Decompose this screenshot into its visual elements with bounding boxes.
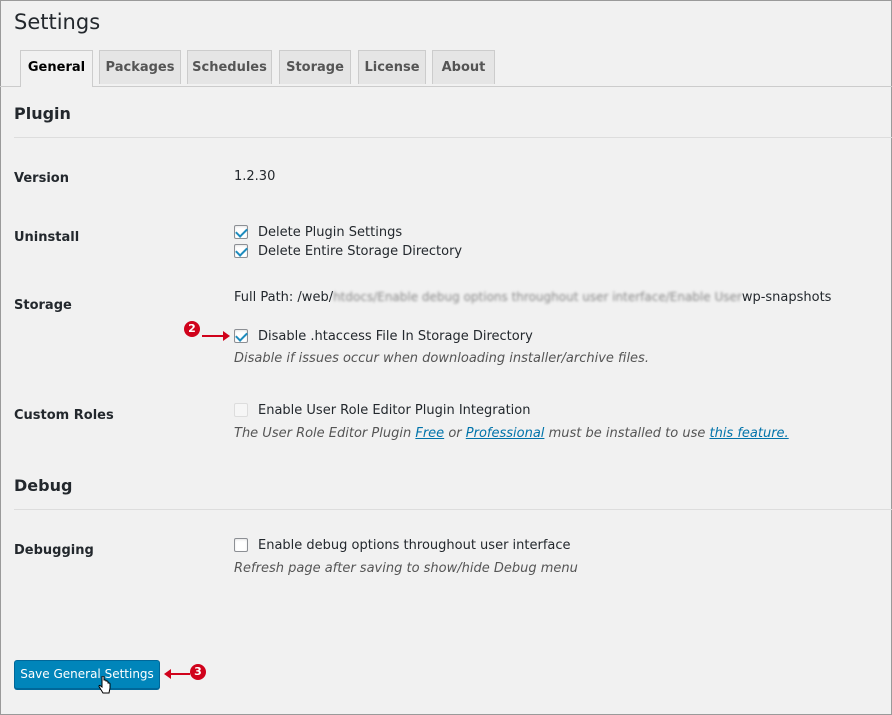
user-role-editor-checkbox[interactable] [234, 403, 248, 417]
version-label: Version [14, 171, 69, 186]
save-general-settings-button[interactable]: Save General Settings [14, 660, 160, 689]
enable-debug-checkbox[interactable] [234, 538, 248, 552]
enable-debug-option: Enable debug options throughout user int… [234, 536, 571, 554]
this-feature-link[interactable]: this feature. [709, 426, 788, 441]
tab-license[interactable]: License [358, 50, 426, 84]
professional-link[interactable]: Professional [466, 426, 545, 441]
delete-plugin-settings-checkbox[interactable] [234, 225, 248, 239]
delete-storage-directory-option: Delete Entire Storage Directory [234, 242, 462, 260]
tab-about[interactable]: About [432, 50, 495, 84]
debugging-label: Debugging [14, 543, 94, 558]
custom-roles-label: Custom Roles [14, 408, 114, 423]
delete-plugin-settings-option: Delete Plugin Settings [234, 223, 402, 241]
full-path-suffix: wp-snapshots [741, 290, 832, 305]
debug-description: Refresh page after saving to show/hide D… [234, 561, 578, 576]
full-path-prefix: Full Path: /web/ [234, 290, 334, 305]
plugin-heading: Plugin [14, 104, 71, 123]
delete-plugin-settings-label[interactable]: Delete Plugin Settings [258, 225, 402, 240]
custom-roles-desc-middle: must be installed to use [548, 426, 706, 441]
step-2-arrow [202, 331, 230, 341]
tab-general[interactable]: General [20, 50, 93, 87]
version-value: 1.2.30 [234, 169, 276, 184]
uninstall-label: Uninstall [14, 230, 80, 245]
custom-roles-desc-prefix: The User Role Editor Plugin [234, 426, 412, 441]
section-divider [14, 137, 892, 138]
tab-storage[interactable]: Storage [279, 50, 351, 84]
storage-full-path: Full Path: /web/htdocs/Enable debug opti… [234, 290, 831, 305]
storage-label: Storage [14, 298, 72, 313]
debug-heading: Debug [14, 476, 73, 495]
tab-schedules[interactable]: Schedules [187, 50, 272, 84]
disable-htaccess-label[interactable]: Disable .htaccess File In Storage Direct… [258, 329, 533, 344]
section-divider [14, 509, 892, 510]
user-role-editor-label[interactable]: Enable User Role Editor Plugin Integrati… [258, 403, 531, 418]
free-link[interactable]: Free [415, 426, 444, 441]
tab-bar: General Packages Schedules Storage Licen… [0, 50, 892, 87]
page-title: Settings [14, 10, 101, 34]
custom-roles-desc-or: or [448, 426, 462, 441]
step-3-badge: 3 [190, 664, 206, 680]
htaccess-description: Disable if issues occur when downloading… [234, 351, 649, 366]
full-path-redacted: htdocs/Enable debug options throughout u… [333, 290, 742, 304]
hand-pointer-icon [98, 676, 111, 694]
enable-debug-label[interactable]: Enable debug options throughout user int… [258, 538, 571, 553]
step-2-badge: 2 [184, 321, 200, 337]
disable-htaccess-checkbox[interactable] [234, 329, 248, 343]
tab-packages[interactable]: Packages [99, 50, 181, 84]
user-role-editor-option: Enable User Role Editor Plugin Integrati… [234, 401, 531, 419]
custom-roles-description: The User Role Editor Plugin Free or Prof… [234, 426, 789, 441]
delete-storage-directory-label[interactable]: Delete Entire Storage Directory [258, 244, 462, 259]
step-3-arrow [164, 669, 190, 679]
delete-storage-directory-checkbox[interactable] [234, 244, 248, 258]
disable-htaccess-option: Disable .htaccess File In Storage Direct… [234, 327, 533, 345]
